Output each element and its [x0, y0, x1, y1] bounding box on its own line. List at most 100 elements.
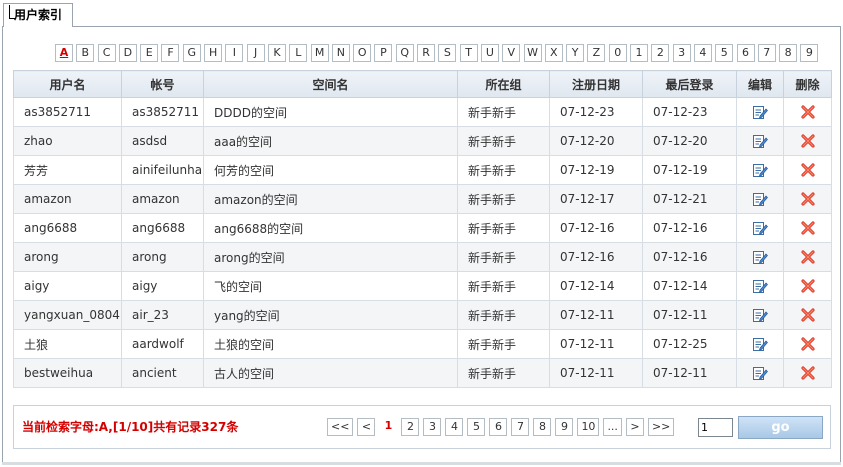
alpha-letter-t[interactable]: T	[459, 44, 478, 62]
cell-register-date: 07-12-14	[549, 271, 643, 301]
alpha-letter-j[interactable]: J	[246, 44, 265, 62]
alpha-letter-e[interactable]: E	[140, 44, 159, 62]
cell-last-login: 07-12-23	[642, 97, 737, 127]
alpha-letter-i[interactable]: I	[225, 44, 244, 62]
table-row: as3852711 as3852711 DDDD的空间 新手新手 07-12-23 07-…	[13, 97, 832, 127]
alpha-letter-7[interactable]: 7	[757, 44, 776, 62]
pager-first-button[interactable]: <<	[327, 418, 354, 436]
page-number-input[interactable]	[698, 418, 733, 437]
delete-x-icon[interactable]	[800, 133, 816, 149]
delete-x-icon[interactable]	[800, 220, 816, 236]
edit-document-icon[interactable]	[752, 249, 768, 265]
table-row: yangxuan_0804 air_23 yang的空间 新手新手 07-12-11 07…	[13, 300, 832, 330]
alpha-letter-h[interactable]: H	[204, 44, 223, 62]
alpha-letter-9[interactable]: 9	[800, 44, 819, 62]
pager-page-7[interactable]: 7	[511, 418, 530, 436]
alpha-letter-x[interactable]: X	[544, 44, 563, 62]
alpha-letter-q[interactable]: Q	[395, 44, 414, 62]
cell-account: asdsd	[121, 126, 204, 156]
pager-last-button[interactable]: >>	[647, 418, 675, 436]
pager-page-2[interactable]: 2	[401, 418, 420, 436]
cell-group: 新手新手	[457, 271, 550, 301]
alphabet-index-bar: ABCDEFGHIJKLMNOPQRSTUVWXYZ0123456789	[55, 44, 822, 62]
delete-x-icon[interactable]	[800, 278, 816, 294]
alpha-letter-1[interactable]: 1	[630, 44, 649, 62]
cell-last-login: 07-12-25	[642, 329, 737, 359]
alpha-letter-u[interactable]: U	[480, 44, 499, 62]
delete-x-icon[interactable]	[800, 307, 816, 323]
alpha-letter-r[interactable]: R	[417, 44, 436, 62]
edit-document-icon[interactable]	[752, 365, 768, 381]
cell-delete	[783, 184, 832, 214]
pager-page-5[interactable]: 5	[467, 418, 486, 436]
alpha-letter-y[interactable]: Y	[566, 44, 585, 62]
cell-delete	[783, 97, 832, 127]
pager-prev-button[interactable]: <	[357, 418, 376, 436]
alpha-letter-k[interactable]: K	[267, 44, 286, 62]
alpha-letter-n[interactable]: N	[331, 44, 350, 62]
pager-next-button[interactable]: >	[625, 418, 644, 436]
alpha-letter-v[interactable]: V	[502, 44, 521, 62]
delete-x-icon[interactable]	[800, 104, 816, 120]
alpha-letter-m[interactable]: M	[310, 44, 329, 62]
pager-page-8[interactable]: 8	[533, 418, 552, 436]
cell-username: zhao	[13, 126, 122, 156]
alpha-letter-s[interactable]: S	[438, 44, 457, 62]
alpha-letter-w[interactable]: W	[523, 44, 542, 62]
alpha-letter-6[interactable]: 6	[736, 44, 755, 62]
alpha-letter-l[interactable]: L	[289, 44, 308, 62]
alpha-letter-c[interactable]: C	[97, 44, 116, 62]
alpha-letter-z[interactable]: Z	[587, 44, 606, 62]
alpha-letter-b[interactable]: B	[76, 44, 95, 62]
cell-delete	[783, 155, 832, 185]
header-space: 空间名	[203, 70, 458, 98]
delete-x-icon[interactable]	[800, 365, 816, 381]
alpha-letter-8[interactable]: 8	[779, 44, 798, 62]
header-delete: 删除	[783, 70, 832, 98]
pager-page-6[interactable]: 6	[489, 418, 508, 436]
cell-space: DDDD的空间	[203, 97, 458, 127]
delete-x-icon[interactable]	[800, 162, 816, 178]
tab-strip: 用户索引	[0, 0, 843, 27]
delete-x-icon[interactable]	[800, 249, 816, 265]
header-register-date: 注册日期	[549, 70, 643, 98]
alpha-letter-f[interactable]: F	[161, 44, 180, 62]
edit-document-icon[interactable]	[752, 133, 768, 149]
cell-username: ang6688	[13, 213, 122, 243]
cell-delete	[783, 358, 832, 388]
edit-document-icon[interactable]	[752, 220, 768, 236]
edit-document-icon[interactable]	[752, 162, 768, 178]
alpha-letter-4[interactable]: 4	[693, 44, 712, 62]
alpha-letter-d[interactable]: D	[118, 44, 137, 62]
edit-document-icon[interactable]	[752, 191, 768, 207]
cell-group: 新手新手	[457, 155, 550, 185]
edit-document-icon[interactable]	[752, 307, 768, 323]
pager-page-9[interactable]: 9	[555, 418, 574, 436]
alpha-letter-a[interactable]: A	[55, 44, 73, 62]
cell-account: amazon	[121, 184, 204, 214]
edit-document-icon[interactable]	[752, 336, 768, 352]
edit-document-icon[interactable]	[752, 278, 768, 294]
delete-x-icon[interactable]	[800, 336, 816, 352]
alpha-letter-3[interactable]: 3	[672, 44, 691, 62]
cell-username: yangxuan_0804	[13, 300, 122, 330]
pager-page-4[interactable]: 4	[445, 418, 464, 436]
cell-username: 土狼	[13, 329, 122, 359]
alpha-letter-o[interactable]: O	[353, 44, 372, 62]
edit-document-icon[interactable]	[752, 104, 768, 120]
alpha-letter-0[interactable]: 0	[608, 44, 627, 62]
pager-page-3[interactable]: 3	[423, 418, 442, 436]
cell-delete	[783, 329, 832, 359]
pager-page-10[interactable]: 10	[577, 418, 600, 436]
alpha-letter-5[interactable]: 5	[715, 44, 734, 62]
alpha-letter-2[interactable]: 2	[651, 44, 670, 62]
pager-current-page[interactable]: 1	[379, 418, 398, 436]
cell-account: arong	[121, 242, 204, 272]
go-button[interactable]: go	[738, 416, 823, 439]
cell-username: aigy	[13, 271, 122, 301]
alpha-letter-p[interactable]: P	[374, 44, 393, 62]
alpha-letter-g[interactable]: G	[182, 44, 201, 62]
delete-x-icon[interactable]	[800, 191, 816, 207]
cell-group: 新手新手	[457, 300, 550, 330]
pager-ellipsis-button[interactable]: ...	[603, 418, 622, 436]
